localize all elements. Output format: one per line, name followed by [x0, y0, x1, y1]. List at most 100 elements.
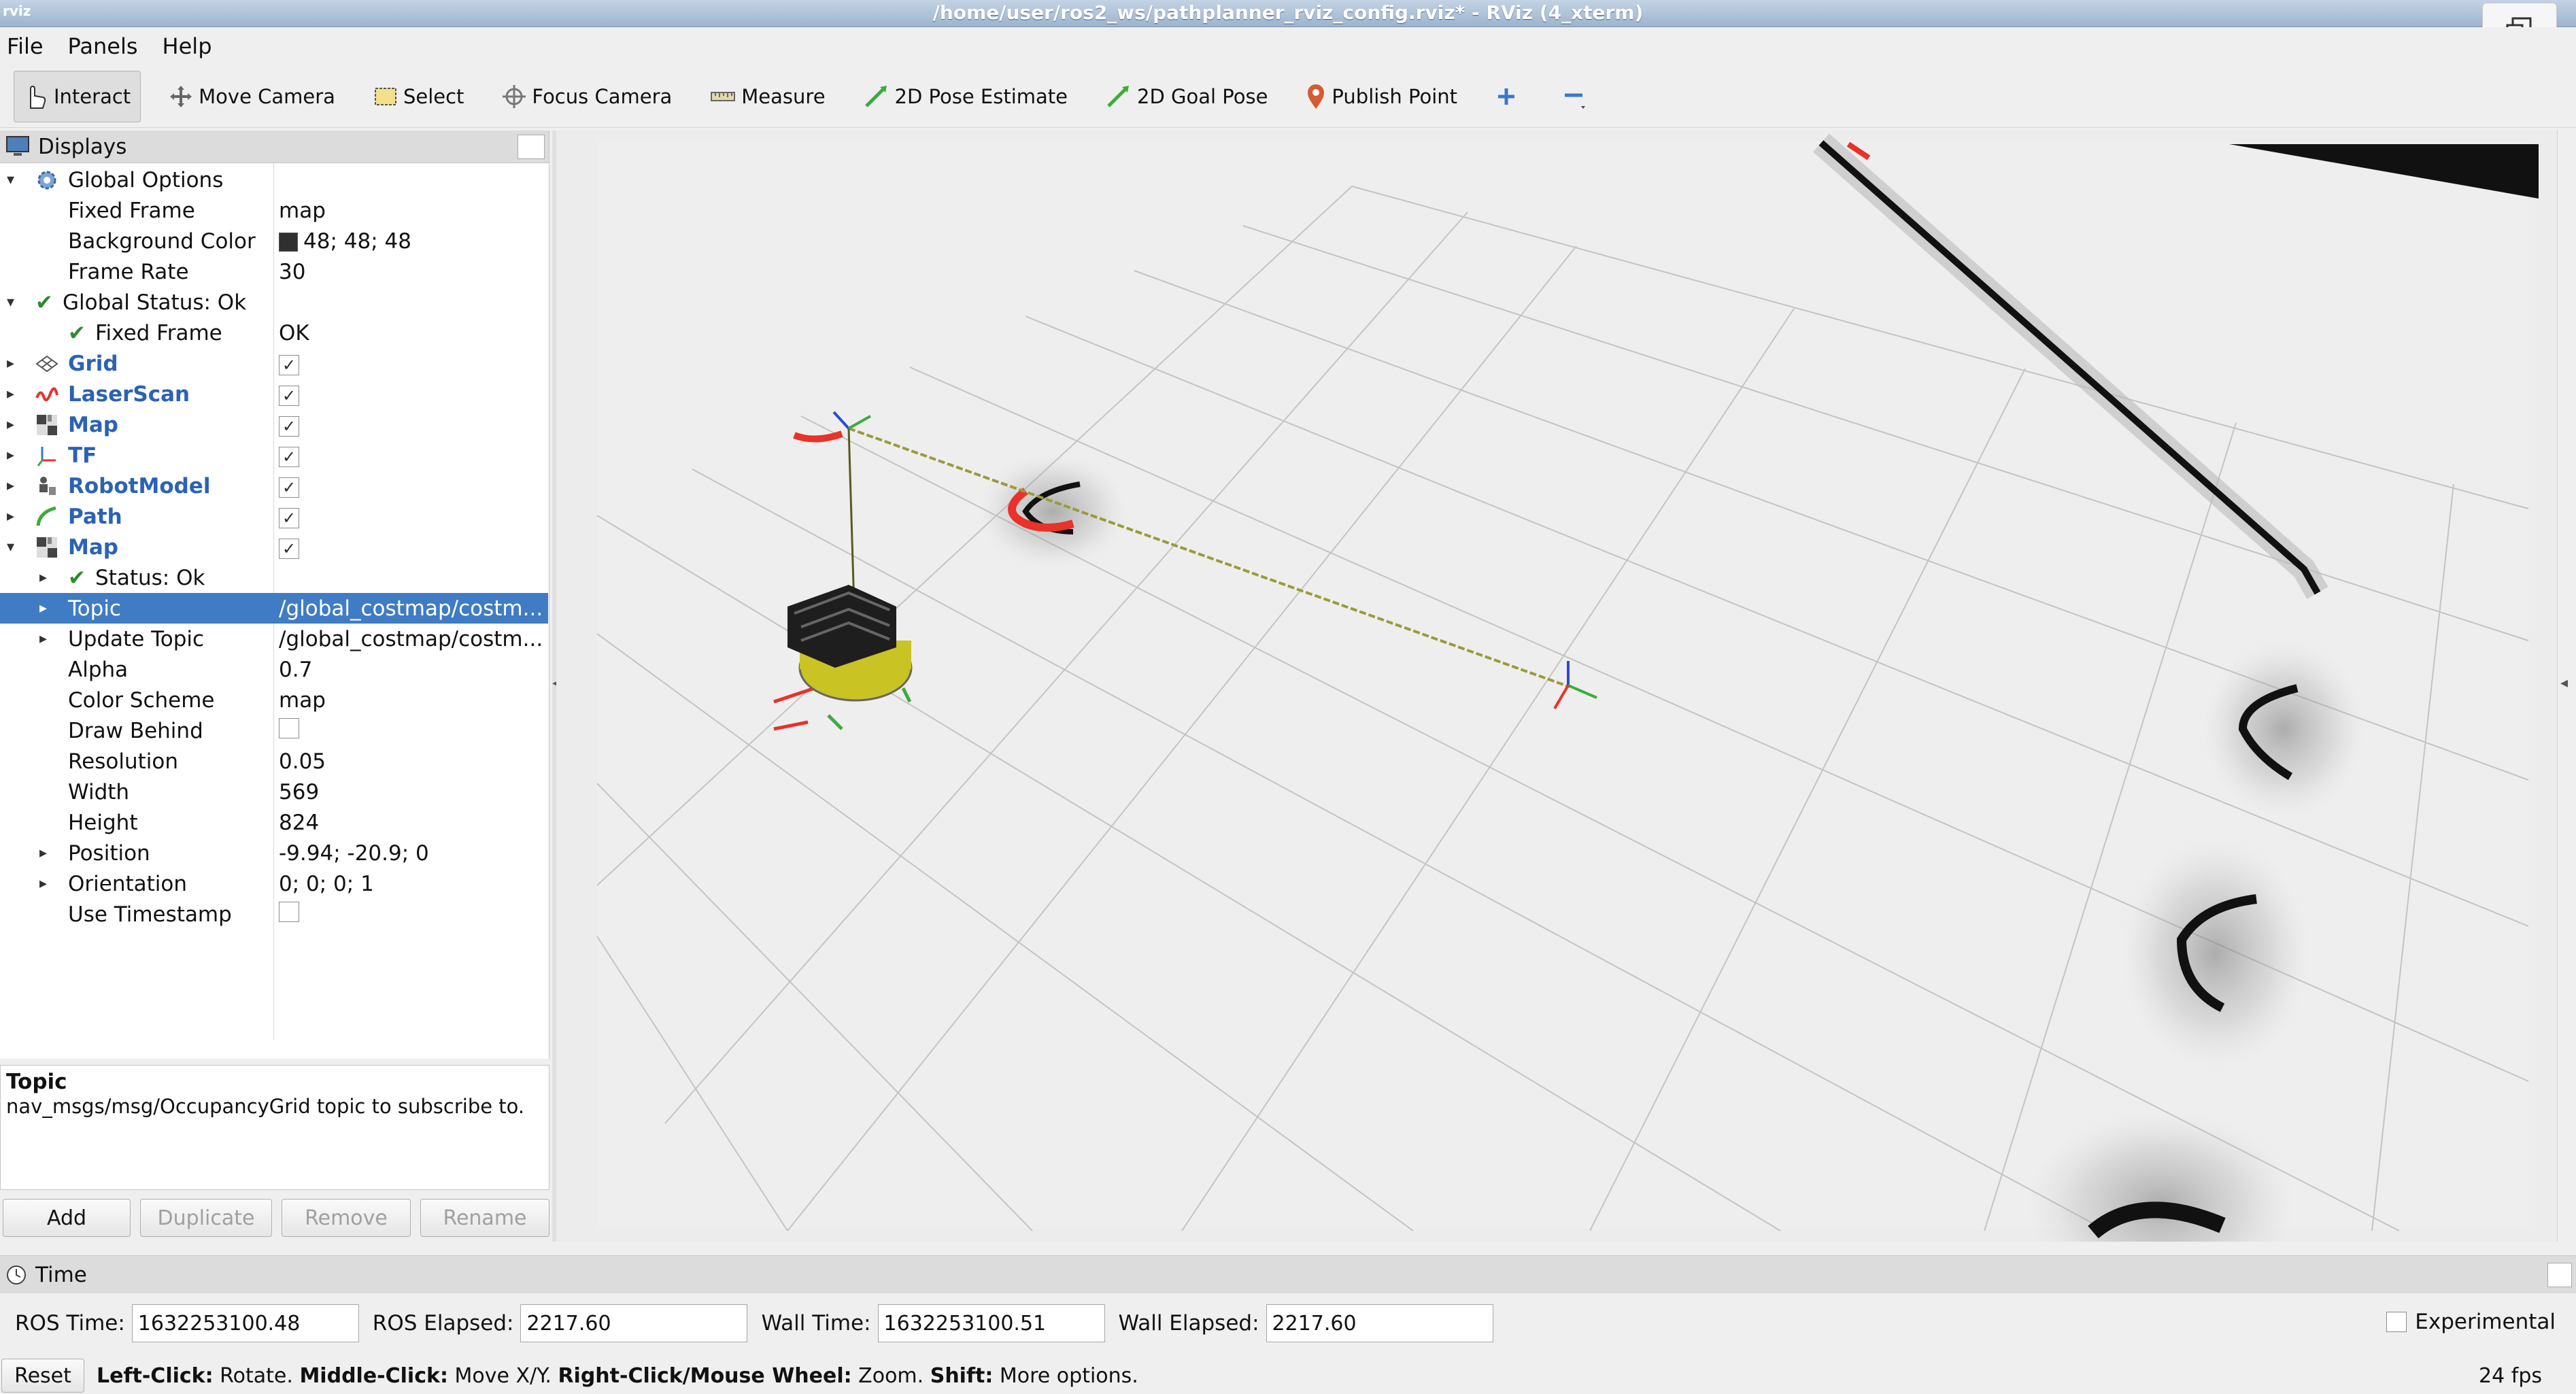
remove-display-button[interactable]: Remove: [282, 1199, 411, 1237]
experimental-toggle[interactable]: Experimental: [2386, 1310, 2556, 1334]
tree-row-width[interactable]: Width 569: [0, 777, 548, 807]
time-undock-button[interactable]: [2547, 1263, 2572, 1287]
tree-row-path[interactable]: ▸ Path ✓: [0, 501, 548, 532]
expand-arrow-icon[interactable]: ▸: [39, 875, 47, 892]
alpha-value[interactable]: 0.7: [279, 658, 544, 682]
color-swatch[interactable]: [279, 233, 298, 252]
robot-icon: [39, 476, 56, 495]
expand-arrow-icon[interactable]: ▸: [7, 477, 14, 494]
displays-undock-button[interactable]: [518, 135, 545, 159]
tree-row-global-options[interactable]: ▾ Global Options: [0, 165, 548, 195]
add-tool-button[interactable]: [1485, 71, 1533, 122]
menu-panels[interactable]: Panels: [68, 33, 138, 59]
expand-arrow-icon[interactable]: ▸: [7, 447, 14, 464]
expand-arrow-icon[interactable]: ▸: [39, 569, 47, 586]
add-display-button[interactable]: Add: [3, 1199, 131, 1237]
draw-behind-checkbox[interactable]: [279, 717, 299, 738]
collapse-arrow-icon[interactable]: ▾: [7, 294, 14, 311]
wall-time-label: Wall Time:: [761, 1311, 871, 1336]
tree-row-topic[interactable]: ▸ Topic /global_costmap/costm...: [0, 593, 548, 624]
pose-estimate-tool-button[interactable]: 2D Pose Estimate: [853, 71, 1078, 122]
collapse-right-icon[interactable]: ◂: [2560, 675, 2568, 692]
duplicate-display-button[interactable]: Duplicate: [140, 1199, 272, 1237]
reset-button[interactable]: Reset: [1, 1359, 84, 1393]
ros-elapsed-field[interactable]: 2217.60: [520, 1304, 748, 1342]
check-icon: ✔: [35, 290, 53, 315]
expand-arrow-icon[interactable]: ▸: [39, 630, 47, 647]
grid-enabled-checkbox[interactable]: ✓: [279, 354, 299, 375]
rename-display-button[interactable]: Rename: [420, 1199, 549, 1237]
scene-3d[interactable]: [556, 131, 2562, 1242]
tree-row-draw-behind[interactable]: Draw Behind: [0, 715, 548, 746]
expand-arrow-icon[interactable]: ▸: [7, 508, 14, 525]
tree-row-update-topic[interactable]: ▸ Update Topic /global_costmap/costm...: [0, 624, 548, 654]
topic-value[interactable]: /global_costmap/costm...: [279, 596, 544, 621]
collapse-arrow-icon[interactable]: ▾: [7, 539, 14, 556]
tree-row-laserscan[interactable]: ▸ LaserScan ✓: [0, 379, 548, 409]
interact-tool-button[interactable]: Interact: [14, 70, 141, 122]
frame-rate-value[interactable]: 30: [279, 260, 544, 284]
experimental-checkbox[interactable]: [2386, 1312, 2407, 1332]
tree-row-grid[interactable]: ▸ Grid ✓: [0, 348, 548, 379]
tree-row-robotmodel[interactable]: ▸ RobotModel ✓: [0, 471, 548, 501]
tree-row-height[interactable]: Height 824: [0, 807, 548, 838]
wall-elapsed-field[interactable]: 2217.60: [1266, 1304, 1493, 1342]
fixed-frame-status-value: OK: [279, 320, 309, 345]
row-label: Path: [68, 504, 122, 529]
select-tool-button[interactable]: Select: [363, 71, 474, 122]
ros-time-field[interactable]: 1632253100.48: [131, 1304, 359, 1342]
costmap-enabled-checkbox[interactable]: ✓: [279, 538, 299, 559]
tf-icon: [37, 446, 56, 466]
tree-row-tf[interactable]: ▸ TF ✓: [0, 440, 548, 471]
tree-row-map-costmap[interactable]: ▾ Map ✓: [0, 532, 548, 562]
tree-row-status-ok[interactable]: ▸ ✔ Status: Ok: [0, 562, 548, 593]
map-enabled-checkbox[interactable]: ✓: [279, 415, 299, 437]
expand-arrow-icon[interactable]: ▸: [39, 845, 47, 862]
row-label: Global Status: Ok: [62, 290, 247, 315]
tree-row-fixed-frame-status[interactable]: ✔ Fixed Frame OK: [0, 318, 548, 348]
tree-row-global-status[interactable]: ▾ ✔ Global Status: Ok: [0, 287, 548, 318]
wall-time-field[interactable]: 1632253100.51: [877, 1304, 1105, 1342]
tf-enabled-checkbox[interactable]: ✓: [279, 446, 299, 467]
tree-row-background-color[interactable]: Background Color 48; 48; 48: [0, 226, 548, 256]
update-topic-value[interactable]: /global_costmap/costm...: [279, 627, 544, 651]
expand-arrow-icon[interactable]: ▸: [7, 416, 14, 433]
color-scheme-value[interactable]: map: [279, 688, 544, 713]
use-timestamp-checkbox[interactable]: [279, 901, 299, 922]
laserscan-enabled-checkbox[interactable]: ✓: [279, 385, 299, 406]
menu-file[interactable]: File: [7, 33, 44, 59]
path-enabled-checkbox[interactable]: ✓: [279, 507, 299, 528]
tree-row-use-timestamp[interactable]: Use Timestamp: [0, 899, 548, 930]
measure-icon: [711, 91, 736, 101]
robotmodel-enabled-checkbox[interactable]: ✓: [279, 477, 299, 498]
tree-row-frame-rate[interactable]: Frame Rate 30: [0, 256, 548, 287]
background-color-value[interactable]: 48; 48; 48: [279, 229, 544, 254]
map-icon: [37, 414, 57, 435]
expand-arrow-icon[interactable]: ▸: [7, 386, 14, 403]
measure-tool-button[interactable]: Measure: [700, 71, 835, 122]
tree-row-fixed-frame[interactable]: Fixed Frame map: [0, 195, 548, 226]
fixed-frame-value[interactable]: map: [279, 199, 544, 223]
expand-arrow-icon[interactable]: ▸: [39, 600, 47, 617]
collapse-arrow-icon[interactable]: ▾: [7, 171, 14, 188]
publish-point-tool-button[interactable]: Publish Point: [1295, 71, 1468, 122]
tree-row-resolution[interactable]: Resolution 0.05: [0, 746, 548, 777]
move-camera-tool-button[interactable]: Move Camera: [158, 71, 345, 122]
time-panel: ROS Time: 1632253100.48 ROS Elapsed: 221…: [0, 1296, 2576, 1350]
focus-camera-icon: [503, 84, 526, 108]
goal-pose-tool-button[interactable]: 2D Goal Pose: [1096, 71, 1278, 122]
right-splitter[interactable]: ◂: [2557, 131, 2576, 1242]
expand-arrow-icon[interactable]: ▸: [7, 355, 14, 372]
move-camera-icon: [170, 85, 192, 107]
tree-row-color-scheme[interactable]: Color Scheme map: [0, 685, 548, 715]
tree-row-orientation[interactable]: ▸ Orientation 0; 0; 0; 1: [0, 868, 548, 899]
row-label: LaserScan: [68, 381, 190, 407]
menu-help[interactable]: Help: [163, 33, 212, 59]
focus-camera-tool-button[interactable]: Focus Camera: [492, 71, 682, 122]
tree-row-map[interactable]: ▸ Map ✓: [0, 409, 548, 440]
tree-row-alpha[interactable]: Alpha 0.7: [0, 654, 548, 685]
row-label: Position: [68, 840, 150, 866]
tree-row-position[interactable]: ▸ Position -9.94; -20.9; 0: [0, 838, 548, 868]
remove-tool-button[interactable]: [1550, 71, 1604, 122]
render-viewport[interactable]: [556, 131, 2562, 1242]
